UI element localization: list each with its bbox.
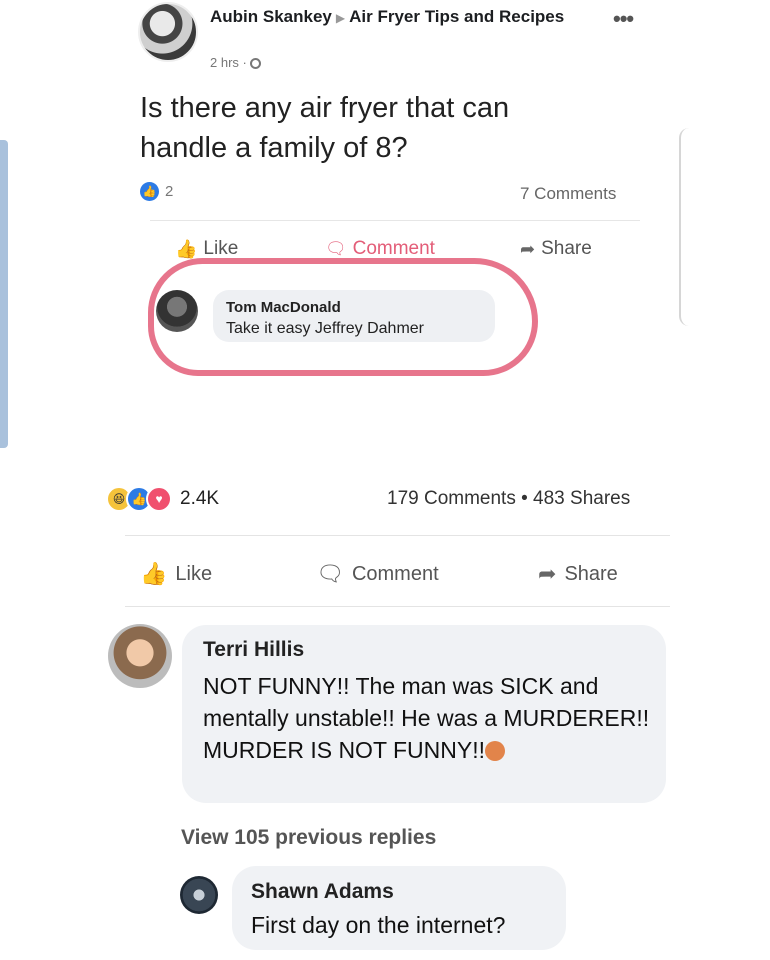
like-icon: 👍 bbox=[140, 182, 159, 201]
divider bbox=[125, 535, 670, 536]
divider bbox=[150, 220, 640, 221]
post-author-name[interactable]: Aubin Skankey bbox=[210, 7, 332, 26]
comment-text: Take it easy Jeffrey Dahmer bbox=[226, 320, 425, 337]
speech-bubble-icon: 🗨 bbox=[316, 561, 344, 586]
right-edge-bracket bbox=[679, 128, 691, 326]
share-button[interactable]: ➦ Share bbox=[538, 561, 618, 587]
comments-count[interactable]: 7 Comments bbox=[520, 184, 616, 204]
thumbs-up-icon: 👍 bbox=[140, 561, 168, 586]
comment-button-label: Comment bbox=[352, 238, 435, 259]
comment-text: NOT FUNNY!! The man was SICK and mentall… bbox=[203, 673, 650, 763]
divider bbox=[125, 606, 670, 607]
post-author-line: Aubin Skankey ▶ Air Fryer Tips and Recipes bbox=[210, 6, 570, 29]
like-button-label: Like bbox=[175, 562, 213, 585]
comment-button-label: Comment bbox=[351, 562, 439, 585]
comment-author[interactable]: Shawn Adams bbox=[251, 880, 394, 904]
love-icon: ♥ bbox=[146, 486, 172, 512]
post-time: 2 hrs · bbox=[210, 55, 261, 70]
avatar[interactable] bbox=[156, 290, 198, 332]
more-options-icon[interactable]: ••• bbox=[613, 6, 634, 32]
reaction-summary[interactable]: 😆 👍 ♥ 2.4K bbox=[106, 486, 219, 512]
like-button-label: Like bbox=[203, 238, 239, 259]
share-arrow-icon: ➦ bbox=[538, 561, 557, 586]
group-name[interactable]: Air Fryer Tips and Recipes bbox=[349, 7, 564, 26]
avatar[interactable] bbox=[138, 2, 198, 62]
share-button-label: Share bbox=[541, 238, 592, 259]
thumbs-up-icon: 👍 bbox=[175, 238, 198, 259]
share-button-label: Share bbox=[564, 562, 618, 585]
left-edge-bar bbox=[0, 140, 8, 448]
comment-button[interactable]: 🗨 Comment bbox=[316, 561, 439, 587]
comment-author[interactable]: Tom MacDonald bbox=[226, 299, 341, 316]
share-arrow-icon: ➦ bbox=[520, 238, 536, 259]
share-button[interactable]: ➦ Share bbox=[520, 238, 592, 260]
comment-author[interactable]: Terri Hillis bbox=[203, 638, 304, 662]
globe-icon bbox=[249, 58, 261, 69]
view-previous-replies-link[interactable]: View 105 previous replies bbox=[181, 826, 436, 850]
comment-button[interactable]: 🗨 Comment bbox=[325, 238, 435, 260]
comments-shares-count[interactable]: 179 Comments • 483 Shares bbox=[387, 488, 630, 510]
avatar[interactable] bbox=[108, 624, 172, 688]
like-summary[interactable]: 👍 2 bbox=[140, 182, 173, 201]
like-button[interactable]: 👍 Like bbox=[175, 238, 238, 260]
post-text: Is there any air fryer that can handle a… bbox=[140, 92, 510, 164]
like-count: 2 bbox=[165, 183, 174, 200]
like-button[interactable]: 👍 Like bbox=[140, 561, 212, 587]
angry-face-icon bbox=[484, 741, 505, 761]
speech-bubble-icon: 🗨 bbox=[325, 239, 347, 258]
comment-text: First day on the internet? bbox=[251, 912, 506, 938]
reaction-count: 2.4K bbox=[180, 488, 220, 509]
triangle-right-icon: ▶ bbox=[335, 11, 346, 25]
avatar[interactable] bbox=[180, 876, 218, 914]
